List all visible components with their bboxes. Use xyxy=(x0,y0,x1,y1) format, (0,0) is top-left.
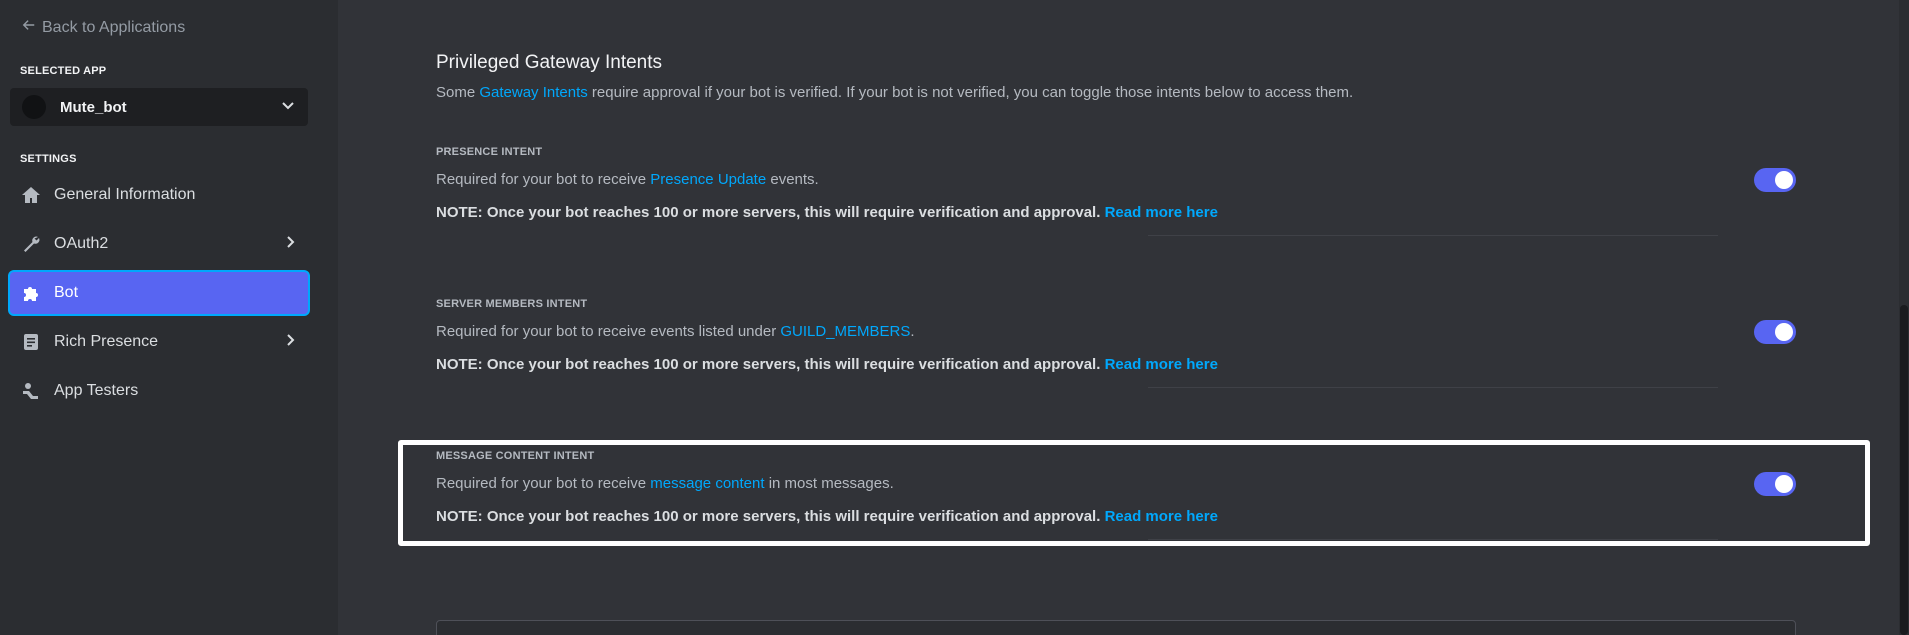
home-icon xyxy=(20,184,42,206)
sidebar-item-label: General Information xyxy=(54,186,196,203)
chevron-down-icon xyxy=(280,97,296,118)
sidebar-item-rich-presence[interactable]: Rich Presence xyxy=(10,321,308,363)
sidebar-item-app-testers[interactable]: App Testers xyxy=(10,370,308,412)
chevron-right-icon xyxy=(282,234,298,255)
presence-intent-toggle[interactable] xyxy=(1754,168,1796,192)
toggle-knob xyxy=(1775,171,1793,189)
puzzle-icon xyxy=(20,282,42,304)
subheading-text: require approval if your bot is verified… xyxy=(587,84,1354,101)
divider xyxy=(1148,387,1718,388)
arrow-left-icon xyxy=(22,18,36,37)
settings-label: SETTINGS xyxy=(20,153,77,165)
intent-desc-text: . xyxy=(910,323,915,340)
intent-desc-text: Required for your bot to receive events … xyxy=(436,323,781,340)
sidebar-item-bot[interactable]: Bot xyxy=(10,272,308,314)
intent-title: SERVER MEMBERS INTENT xyxy=(436,298,588,310)
intent-description: Required for your bot to receive Presenc… xyxy=(436,171,1796,188)
read-more-link[interactable]: Read more here xyxy=(1105,356,1218,373)
selected-app-label: SELECTED APP xyxy=(20,65,107,77)
server-members-intent: SERVER MEMBERS INTENT Required for your … xyxy=(436,298,1796,373)
sidebar: Back to Applications SELECTED APP Mute_b… xyxy=(0,0,338,635)
back-link-label: Back to Applications xyxy=(42,18,186,36)
sidebar-item-general-information[interactable]: General Information xyxy=(10,174,308,216)
intent-note: NOTE: Once your bot reaches 100 or more … xyxy=(436,204,1796,221)
subheading-text: Some xyxy=(436,84,480,101)
toggle-knob xyxy=(1775,323,1793,341)
app-selector-dropdown[interactable]: Mute_bot xyxy=(10,88,308,126)
gateway-intents-link[interactable]: Gateway Intents xyxy=(479,84,587,101)
app-avatar xyxy=(22,95,46,119)
person-icon xyxy=(20,380,42,402)
back-to-applications-link[interactable]: Back to Applications xyxy=(22,18,185,37)
document-icon xyxy=(20,331,42,353)
sidebar-item-label: Bot xyxy=(54,284,79,301)
sidebar-item-label: OAuth2 xyxy=(54,235,109,252)
chevron-right-icon xyxy=(282,332,298,353)
main-content: Privileged Gateway Intents Some Gateway … xyxy=(338,0,1909,635)
bottom-card xyxy=(436,620,1796,635)
sidebar-item-label: App Testers xyxy=(54,382,139,399)
scrollbar-track[interactable] xyxy=(1899,0,1909,635)
app-name: Mute_bot xyxy=(60,98,127,116)
intent-desc-text: Required for your bot to receive xyxy=(436,171,651,188)
intent-note-text: NOTE: Once your bot reaches 100 or more … xyxy=(436,204,1101,221)
page-heading: Privileged Gateway Intents xyxy=(436,52,663,73)
server-members-intent-toggle[interactable] xyxy=(1754,320,1796,344)
guild-members-link[interactable]: GUILD_MEMBERS xyxy=(780,323,910,340)
intent-title: PRESENCE INTENT xyxy=(436,146,543,158)
wrench-icon xyxy=(20,233,42,255)
presence-intent: PRESENCE INTENT Required for your bot to… xyxy=(436,146,1796,221)
highlight-annotation-box xyxy=(398,440,1870,546)
divider xyxy=(1148,235,1718,236)
intent-description: Required for your bot to receive events … xyxy=(436,323,1796,340)
intent-desc-text: events. xyxy=(766,171,819,188)
scrollbar-thumb[interactable] xyxy=(1900,305,1908,635)
intent-note-text: NOTE: Once your bot reaches 100 or more … xyxy=(436,356,1101,373)
intent-note: NOTE: Once your bot reaches 100 or more … xyxy=(436,356,1796,373)
sidebar-item-label: Rich Presence xyxy=(54,333,159,350)
page-subheading: Some Gateway Intents require approval if… xyxy=(436,84,1353,101)
presence-update-link[interactable]: Presence Update xyxy=(650,171,766,188)
read-more-link[interactable]: Read more here xyxy=(1105,204,1218,221)
sidebar-item-oauth2[interactable]: OAuth2 xyxy=(10,223,308,265)
